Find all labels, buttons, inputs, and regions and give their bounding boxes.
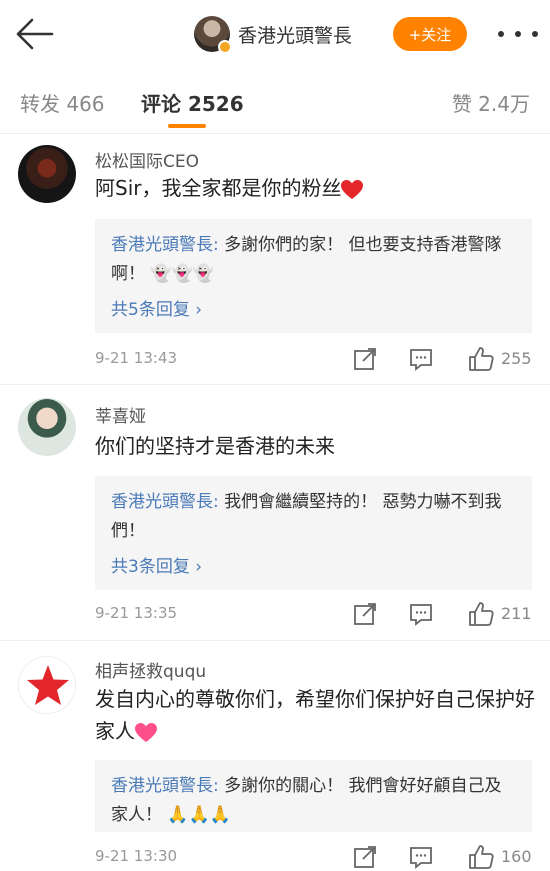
- reply-icon[interactable]: [409, 602, 433, 626]
- comment-text: 你们的坚持才是香港的未来: [95, 434, 335, 458]
- verified-badge-icon: [218, 40, 232, 54]
- comment-text: 阿Sir，我全家都是你的粉丝: [95, 172, 535, 204]
- comment-footer: 9-21 13:30 160: [95, 845, 535, 871]
- like-icon[interactable]: [467, 600, 495, 628]
- nav-user[interactable]: 香港光頭警長: [194, 14, 352, 54]
- reply-icon[interactable]: [409, 347, 433, 371]
- comment-text-content: 阿Sir，我全家都是你的粉丝: [95, 176, 342, 200]
- comment-time: 9-21 13:30: [95, 847, 178, 865]
- like-count: 160: [501, 847, 532, 866]
- like-count: 211: [501, 604, 532, 623]
- reply-text: 香港光頭警長: 多謝你們的家！ 但也要支持香港警隊啊！ 👻👻👻: [111, 231, 516, 289]
- like-icon[interactable]: [467, 843, 495, 871]
- comment-item: 相声拯救ququ 发自内心的尊敬你们，希望你们保护好自己保护好家人 香港光頭警長…: [0, 642, 550, 871]
- commenter-avatar[interactable]: [18, 656, 76, 714]
- commenter-avatar[interactable]: [18, 398, 76, 456]
- tab-comment[interactable]: 评论 2526: [141, 88, 244, 117]
- user-name[interactable]: 香港光頭警長: [238, 21, 352, 48]
- user-avatar[interactable]: [194, 16, 232, 54]
- back-arrow-icon[interactable]: [14, 16, 54, 52]
- reply-preview[interactable]: 香港光頭警長: 多謝你們的家！ 但也要支持香港警隊啊！ 👻👻👻 共5条回复 ›: [95, 219, 532, 333]
- commenter-name[interactable]: 松松国际CEO: [95, 147, 199, 172]
- share-icon[interactable]: [353, 602, 377, 626]
- reply-preview[interactable]: 香港光頭警長: 多謝你的關心！ 我們會好好顧自己及家人！ 🙏🙏🙏: [95, 760, 532, 832]
- top-nav-bar: 香港光頭警長 +关注: [0, 0, 550, 68]
- share-icon[interactable]: [353, 347, 377, 371]
- tab-like[interactable]: 赞 2.4万: [452, 88, 530, 117]
- reply-author[interactable]: 香港光頭警長:: [111, 492, 219, 512]
- commenter-avatar[interactable]: [18, 145, 76, 203]
- comment-footer: 9-21 13:43 255: [95, 347, 535, 373]
- reply-author[interactable]: 香港光頭警長:: [111, 235, 219, 255]
- comment-item: 松松国际CEO 阿Sir，我全家都是你的粉丝 香港光頭警長: 多謝你們的家！ 但…: [0, 135, 550, 385]
- comment-time: 9-21 13:35: [95, 604, 178, 622]
- reply-icon[interactable]: [409, 845, 433, 869]
- view-replies-link[interactable]: 共5条回复 ›: [111, 295, 516, 320]
- reply-author[interactable]: 香港光頭警長:: [111, 776, 219, 796]
- commenter-name[interactable]: 莘喜娅: [95, 402, 146, 427]
- more-options-icon[interactable]: [498, 22, 538, 46]
- reply-preview[interactable]: 香港光頭警長: 我們會繼續堅持的！ 惡勢力嚇不到我們！ 共3条回复 ›: [95, 476, 532, 590]
- view-replies-link[interactable]: 共3条回复 ›: [111, 552, 516, 577]
- follow-button[interactable]: +关注: [393, 17, 467, 51]
- ghost-emoji-icon: 👻👻👻: [150, 264, 214, 284]
- heart-emoji-icon: [135, 722, 157, 742]
- share-icon[interactable]: [353, 845, 377, 869]
- tab-bar: 转发 466 评论 2526 赞 2.4万: [0, 68, 550, 134]
- comment-text-content: 发自内心的尊敬你们，希望你们保护好自己保护好家人: [95, 687, 535, 743]
- comment-text: 发自内心的尊敬你们，希望你们保护好自己保护好家人: [95, 683, 535, 747]
- comment-footer: 9-21 13:35 211: [95, 602, 535, 628]
- comment-item: 莘喜娅 你们的坚持才是香港的未来 香港光頭警長: 我們會繼續堅持的！ 惡勢力嚇不…: [0, 386, 550, 641]
- like-icon[interactable]: [467, 345, 495, 373]
- tab-repost[interactable]: 转发 466: [20, 88, 105, 117]
- reply-text: 香港光頭警長: 多謝你的關心！ 我們會好好顧自己及家人！ 🙏🙏🙏: [111, 772, 516, 830]
- commenter-name[interactable]: 相声拯救ququ: [95, 657, 206, 682]
- heart-emoji-icon: [341, 179, 364, 199]
- pray-emoji-icon: 🙏🙏🙏: [167, 805, 231, 825]
- reply-text: 香港光頭警長: 我們會繼續堅持的！ 惡勢力嚇不到我們！: [111, 488, 516, 546]
- comment-time: 9-21 13:43: [95, 349, 178, 367]
- like-count: 255: [501, 349, 532, 368]
- red-star-icon: [27, 665, 69, 705]
- tab-active-indicator: [168, 124, 206, 128]
